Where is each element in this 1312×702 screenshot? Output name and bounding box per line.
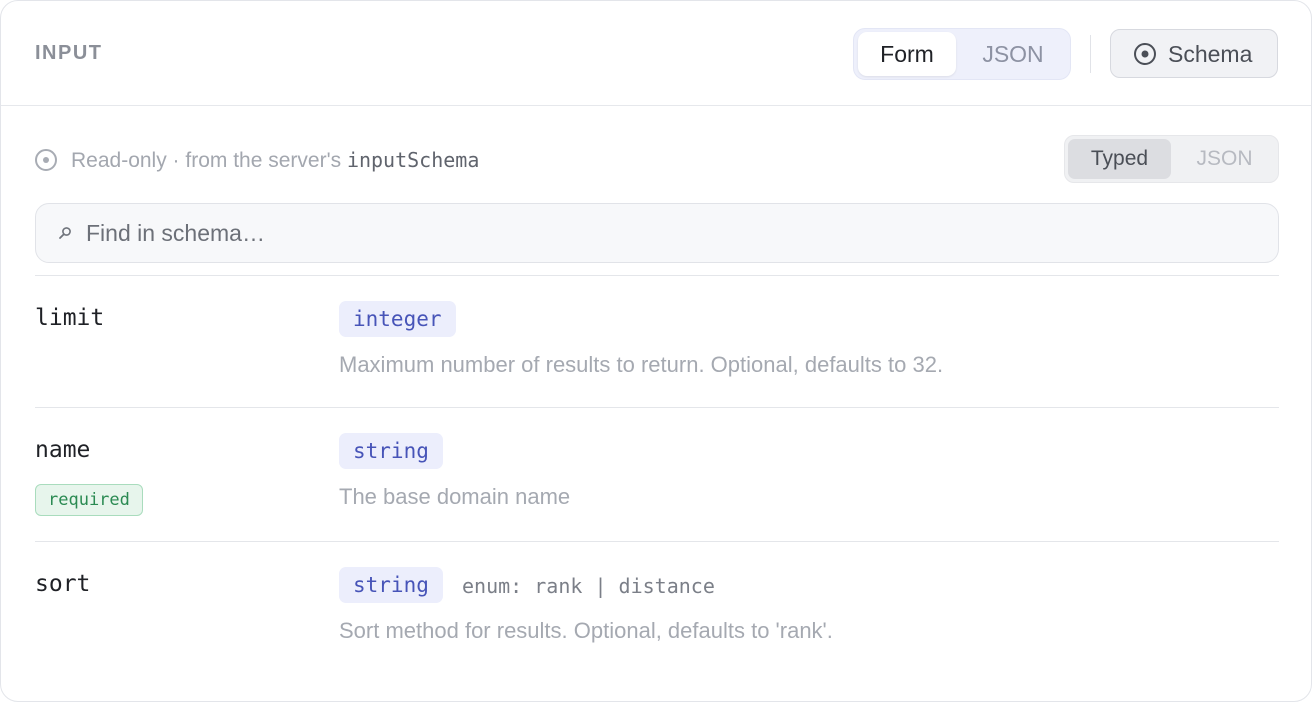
panel-title: INPUT	[35, 42, 103, 64]
schema-button[interactable]: Schema	[1110, 29, 1278, 78]
mode-json-tab[interactable]: JSON	[958, 32, 1068, 76]
field-row-sort: sort string enum: rank | distance Sort m…	[35, 542, 1279, 682]
target-icon	[35, 149, 57, 171]
header-divider	[1090, 35, 1091, 73]
type-badge: integer	[339, 301, 456, 337]
field-name: sort	[35, 571, 91, 597]
field-name: limit	[35, 305, 105, 331]
view-json-tab[interactable]: JSON	[1173, 139, 1276, 179]
search-input[interactable]	[86, 212, 1256, 254]
panel-header: INPUT Form JSON Schema	[1, 1, 1311, 106]
mode-toggle: Form JSON	[853, 28, 1071, 80]
field-row-name: name required string The base domain nam…	[35, 408, 1279, 541]
mode-form-tab[interactable]: Form	[858, 32, 956, 76]
read-only-text: Read-only · from the server's inputSchem…	[71, 147, 479, 174]
field-description: Maximum number of results to return. Opt…	[339, 352, 944, 377]
schema-button-label: Schema	[1168, 41, 1253, 67]
field-row-limit: limit integer Maximum number of results …	[35, 276, 1279, 407]
schema-search	[35, 203, 1279, 263]
target-icon	[1134, 43, 1156, 65]
enum-values: enum: rank | distance	[462, 574, 715, 598]
type-badge: string	[339, 433, 443, 469]
search-icon	[59, 227, 71, 239]
view-toggle: Typed JSON	[1064, 135, 1279, 183]
required-badge: required	[35, 484, 143, 516]
view-typed-tab[interactable]: Typed	[1068, 139, 1171, 179]
type-badge: string	[339, 567, 443, 603]
field-description: The base domain name	[339, 484, 571, 509]
field-description: Sort method for results. Optional, defau…	[339, 618, 833, 643]
field-name: name	[35, 437, 91, 463]
input-panel: INPUT Form JSON Schema Read-only · from …	[0, 0, 1312, 702]
input-schema-code: inputSchema	[346, 148, 480, 172]
read-only-prefix: Read-only · from the server's	[71, 149, 347, 172]
